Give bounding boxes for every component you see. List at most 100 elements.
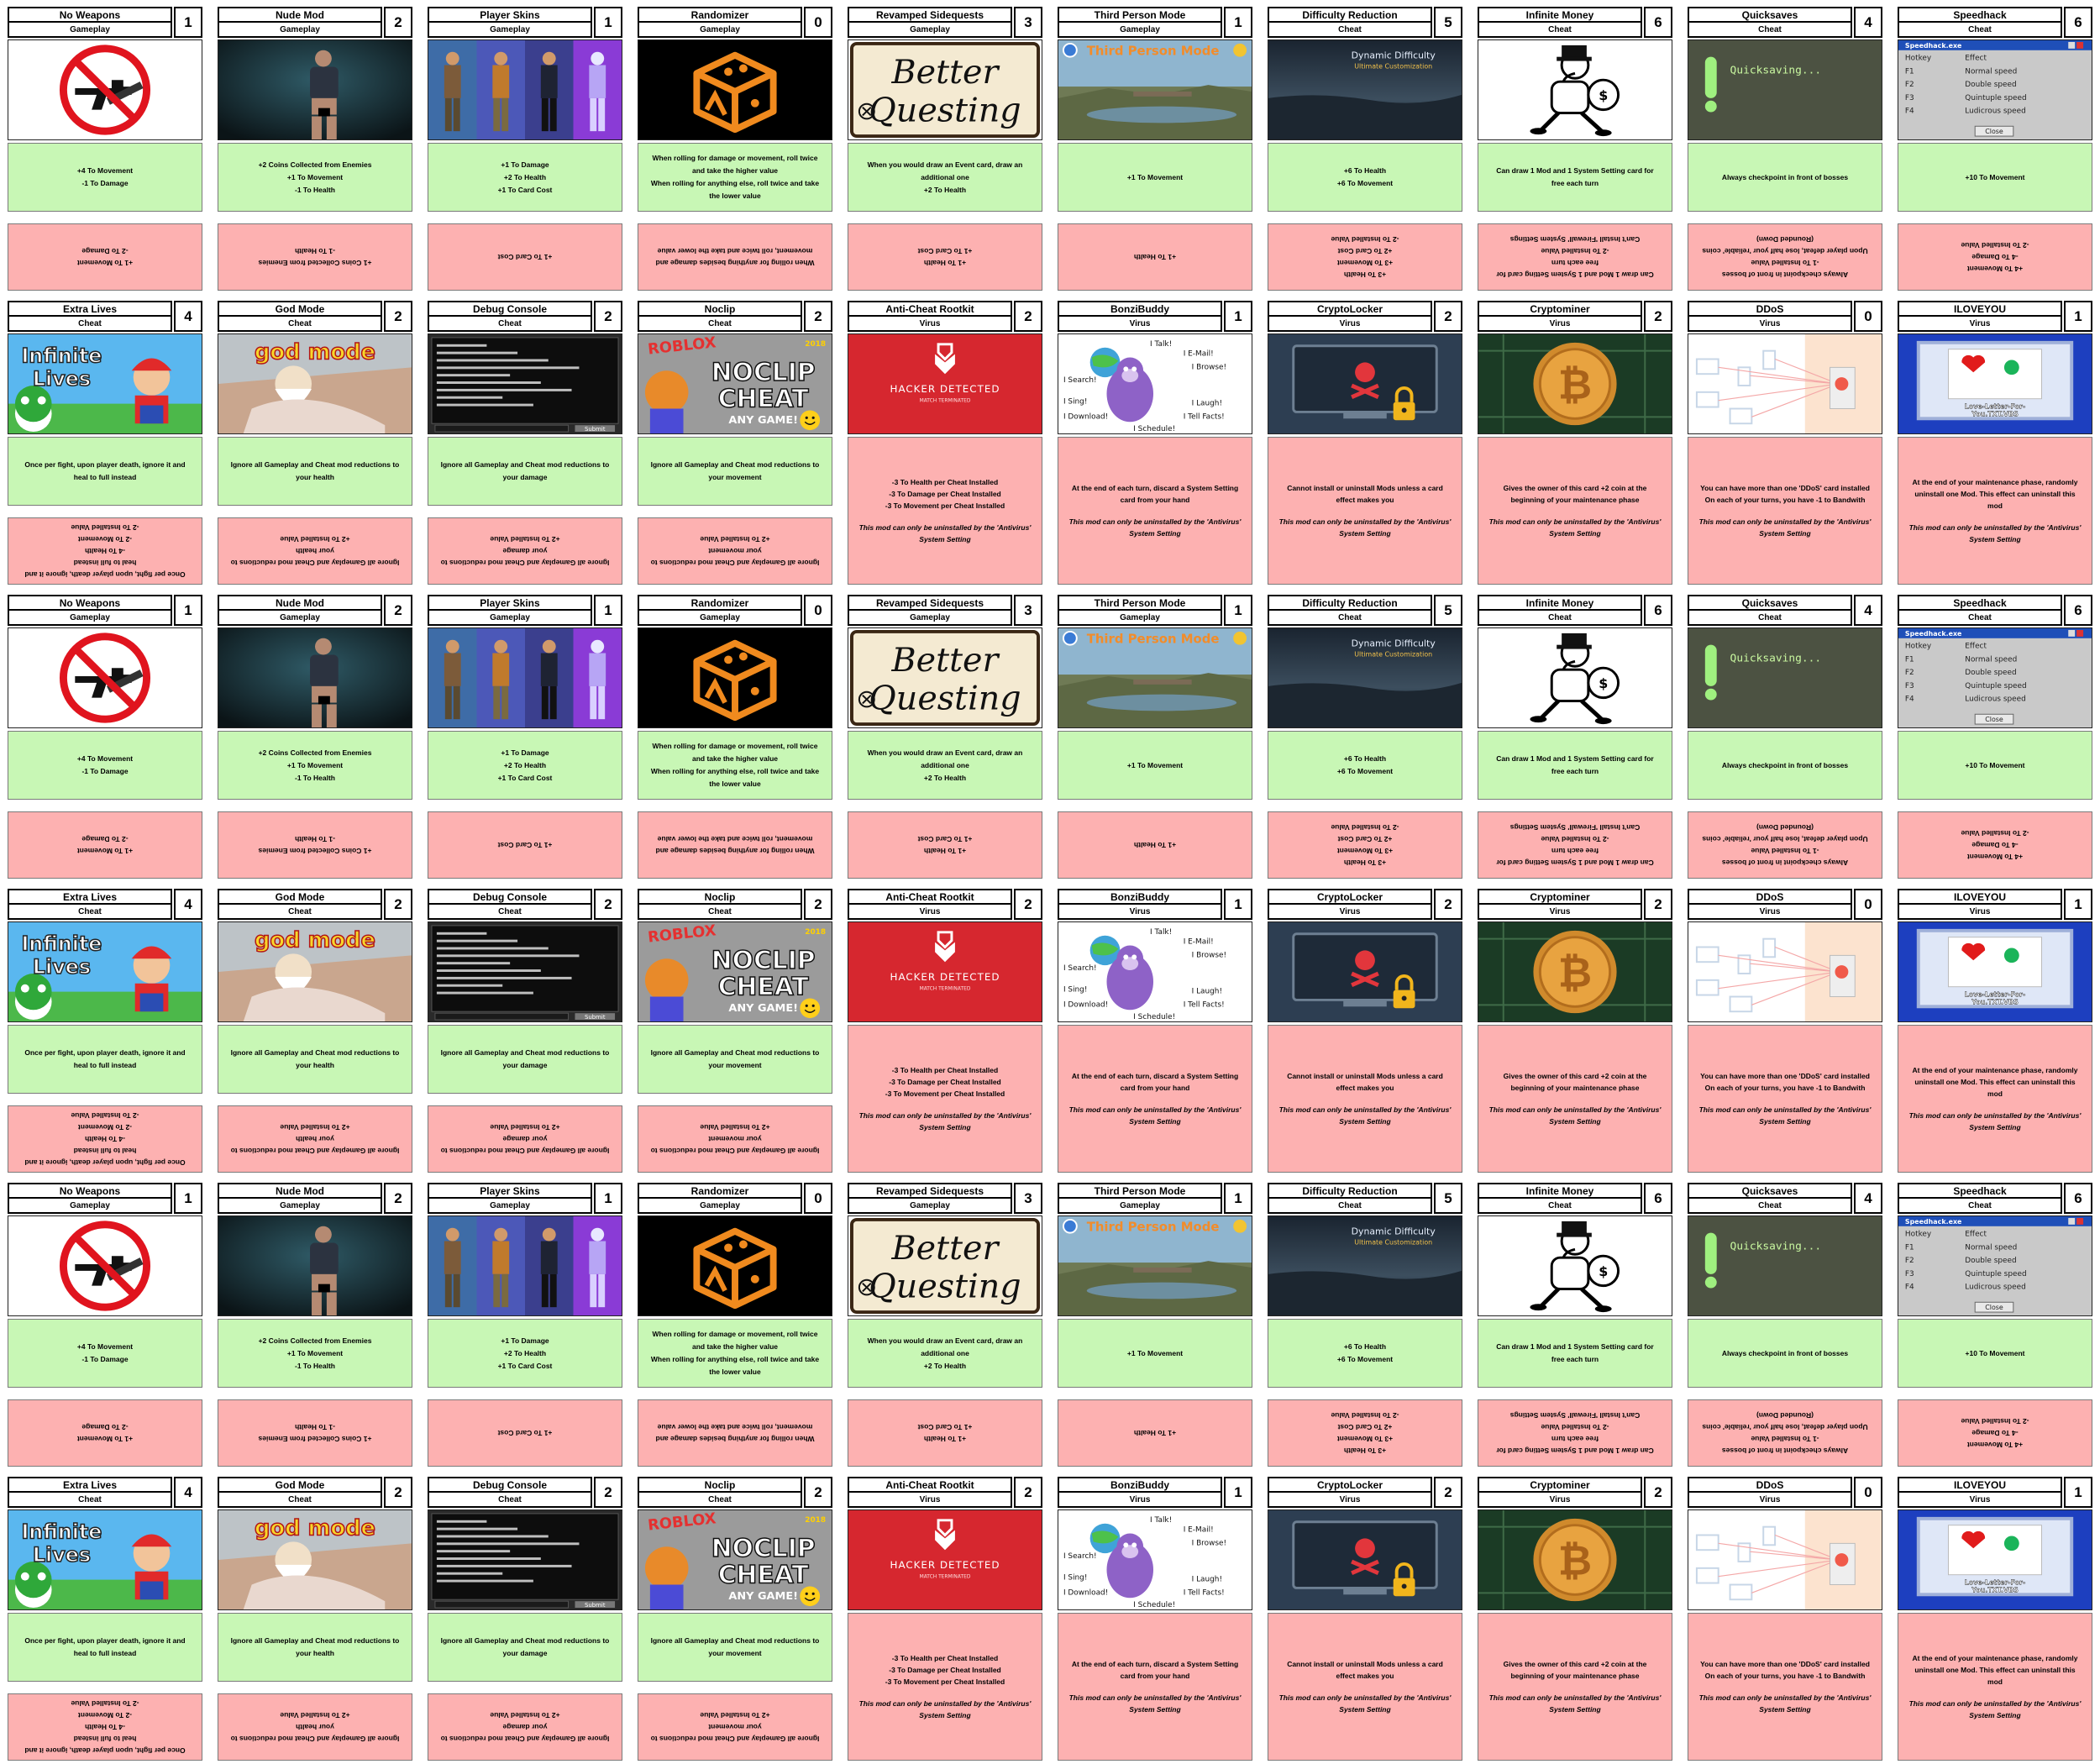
- card-quicksaves[interactable]: Quicksaves Cheat 4 Quicksaving... Always ch…: [1688, 595, 1882, 879]
- card-bonzibuddy[interactable]: BonziBuddy Virus 1 I Talk! I E-Mail! I Bro…: [1058, 301, 1252, 585]
- effect-line: uninstall one Mod. This effect can unins…: [1914, 1078, 2076, 1086]
- effect-line: your movement: [708, 547, 762, 555]
- upside-down-effect-panel: Once per fight, upon player death, ignor…: [8, 1693, 202, 1761]
- card-iloveyou[interactable]: ILOVEYOU Virus 1 Love-Letter-For- You.TXT.…: [1898, 1477, 2092, 1761]
- card-god-mode[interactable]: God Mode Cheat 2 god mode Ignore all Gamepl…: [218, 1477, 412, 1761]
- card-nude-mod[interactable]: Nude Mod Gameplay 2 +2 Coins Collected fro…: [218, 1183, 412, 1467]
- card-debug-console[interactable]: Debug Console Cheat 2 Submit Ignore all Gam…: [428, 1477, 622, 1761]
- effect-line: movement, roll twice and take the lower …: [657, 835, 813, 843]
- card-title: Speedhack: [1898, 7, 2062, 23]
- card-noclip[interactable]: Noclip Cheat 2 2018 ROBLOX NOCLIP CHEAT AN…: [638, 1477, 832, 1761]
- card-speedhack[interactable]: Speedhack Cheat 6 Speedhack.exe Hotkey Eff…: [1898, 1183, 2092, 1467]
- svg-text:I Tell Facts!: I Tell Facts!: [1184, 1588, 1225, 1597]
- card-ddos[interactable]: DDoS Virus 0 You can have more than one 'D…: [1688, 889, 1882, 1173]
- card-art-image: Infinite Lives: [8, 921, 202, 1022]
- card-speedhack[interactable]: Speedhack Cheat 6 Speedhack.exe Hotkey Eff…: [1898, 595, 2092, 879]
- card-category: Gameplay: [428, 1199, 592, 1214]
- effect-line: +2 Coins Collected from Enemies: [258, 1336, 372, 1345]
- card-no-weapons[interactable]: No Weapons Gameplay 1 +4 To Movement -1 To …: [8, 7, 202, 291]
- card-cost: 4: [1854, 1183, 1882, 1214]
- card-art-image: [638, 1215, 832, 1316]
- card-player-skins[interactable]: Player Skins Gameplay 1 +1 To Damage +2 To …: [428, 7, 622, 291]
- card-no-weapons[interactable]: No Weapons Gameplay 1 +4 To Movement -1 To …: [8, 595, 202, 879]
- card-player-skins[interactable]: Player Skins Gameplay 1 +1 To Damage +2 To …: [428, 595, 622, 879]
- svg-text:I Laugh!: I Laugh!: [1192, 400, 1222, 408]
- card-debug-console[interactable]: Debug Console Cheat 2 Submit Ignore all Gam…: [428, 889, 622, 1173]
- card-extra-lives[interactable]: Extra Lives Cheat 4 Infinite Lives Once per…: [8, 889, 202, 1173]
- card-third-person-mode[interactable]: Third Person Mode Gameplay 1 Third Person …: [1058, 595, 1252, 879]
- card-revamped-sidequests[interactable]: Revamped Sidequests Gameplay 3 Better Ques…: [848, 1183, 1042, 1467]
- card-cryptolocker[interactable]: CryptoLocker Virus 2 Cannot install or uni…: [1268, 889, 1462, 1173]
- card-art-image: Infinite Lives: [8, 333, 202, 434]
- card-no-weapons[interactable]: No Weapons Gameplay 1 +4 To Movement -1 To …: [8, 1183, 202, 1467]
- svg-text:Third Person Mode: Third Person Mode: [1087, 45, 1220, 59]
- card-anti-cheat-rootkit[interactable]: Anti-Cheat Rootkit Virus 2 HACKER DETECTED…: [848, 1477, 1042, 1761]
- effect-line: +1 To Damage: [501, 1336, 549, 1345]
- card-cost: 2: [384, 301, 412, 332]
- card-iloveyou[interactable]: ILOVEYOU Virus 1 Love-Letter-For- You.TXT.…: [1898, 889, 2092, 1173]
- card-revamped-sidequests[interactable]: Revamped Sidequests Gameplay 3 Better Ques…: [848, 595, 1042, 879]
- card-title: Randomizer: [638, 7, 802, 23]
- card-third-person-mode[interactable]: Third Person Mode Gameplay 1 Third Person …: [1058, 1183, 1252, 1467]
- note-line: System Setting: [1129, 529, 1181, 538]
- svg-text:Better: Better: [891, 1229, 1000, 1268]
- effect-line: Ignore all Gameplay and Cheat mod reduct…: [440, 1636, 610, 1645]
- card-title: Debug Console: [428, 301, 592, 317]
- card-ddos[interactable]: DDoS Virus 0 You can have more than one 'D…: [1688, 1477, 1882, 1761]
- card-revamped-sidequests[interactable]: Revamped Sidequests Gameplay 3 Better Ques…: [848, 7, 1042, 291]
- card-god-mode[interactable]: God Mode Cheat 2 god mode Ignore all Gamepl…: [218, 889, 412, 1173]
- card-third-person-mode[interactable]: Third Person Mode Gameplay 1 Third Person …: [1058, 7, 1252, 291]
- card-iloveyou[interactable]: ILOVEYOU Virus 1 Love-Letter-For- You.TXT.…: [1898, 301, 2092, 585]
- card-infinite-money[interactable]: Infinite Money Cheat 6 $ Can draw 1 Mod an…: [1478, 1183, 1672, 1467]
- card-bonzibuddy[interactable]: BonziBuddy Virus 1 I Talk! I E-Mail! I Bro…: [1058, 889, 1252, 1173]
- effect-line: +10 To Movement: [1965, 172, 2025, 181]
- card-extra-lives[interactable]: Extra Lives Cheat 4 Infinite Lives Once per…: [8, 301, 202, 585]
- svg-text:Lives: Lives: [33, 955, 91, 979]
- card-player-skins[interactable]: Player Skins Gameplay 1 +1 To Damage +2 To …: [428, 1183, 622, 1467]
- note-line: System Setting: [1549, 529, 1601, 538]
- svg-text:Ludicrous speed: Ludicrous speed: [1965, 1284, 2025, 1292]
- card-difficulty-reduction[interactable]: Difficulty Reduction Cheat 5 Dynamic Diffi…: [1268, 1183, 1462, 1467]
- card-difficulty-reduction[interactable]: Difficulty Reduction Cheat 5 Dynamic Diffi…: [1268, 7, 1462, 291]
- card-extra-lives[interactable]: Extra Lives Cheat 4 Infinite Lives Once per…: [8, 1477, 202, 1761]
- card-difficulty-reduction[interactable]: Difficulty Reduction Cheat 5 Dynamic Diffi…: [1268, 595, 1462, 879]
- card-cryptominer[interactable]: Cryptominer Virus 2 ₿ Gives the owner of th…: [1478, 301, 1672, 585]
- card-cryptolocker[interactable]: CryptoLocker Virus 2 Cannot install or uni…: [1268, 301, 1462, 585]
- card-speedhack[interactable]: Speedhack Cheat 6 Speedhack.exe Hotkey Eff…: [1898, 7, 2092, 291]
- card-cryptolocker[interactable]: CryptoLocker Virus 2 Cannot install or uni…: [1268, 1477, 1462, 1761]
- card-cryptominer[interactable]: Cryptominer Virus 2 ₿ Gives the owner of th…: [1478, 889, 1672, 1173]
- card-anti-cheat-rootkit[interactable]: Anti-Cheat Rootkit Virus 2 HACKER DETECTED…: [848, 889, 1042, 1173]
- card-god-mode[interactable]: God Mode Cheat 2 god mode Ignore all Gamepl…: [218, 301, 412, 585]
- card-bonzibuddy[interactable]: BonziBuddy Virus 1 I Talk! I E-Mail! I Bro…: [1058, 1477, 1252, 1761]
- card-randomizer[interactable]: Randomizer Gameplay 0 When rolling for dam…: [638, 595, 832, 879]
- effect-line: You can have more than one 'DDoS' card i…: [1700, 484, 1870, 492]
- upside-down-effect-panel: Ignore all Gameplay and Cheat mod reduct…: [638, 517, 832, 585]
- card-infinite-money[interactable]: Infinite Money Cheat 6 $ Can draw 1 Mod an…: [1478, 7, 1672, 291]
- svg-text:I Search!: I Search!: [1063, 1552, 1097, 1561]
- card-infinite-money[interactable]: Infinite Money Cheat 6 $ Can draw 1 Mod an…: [1478, 595, 1672, 879]
- card-quicksaves[interactable]: Quicksaves Cheat 4 Quicksaving... Always ch…: [1688, 7, 1882, 291]
- effect-line: +1 To Movement: [1126, 172, 1184, 181]
- card-nude-mod[interactable]: Nude Mod Gameplay 2 +2 Coins Collected fro…: [218, 7, 412, 291]
- card-quicksaves[interactable]: Quicksaves Cheat 4 Quicksaving... Always ch…: [1688, 1183, 1882, 1467]
- effect-line: +1 To Movement: [1126, 760, 1184, 769]
- effect-line: -2 To Installed Value: [71, 1699, 139, 1708]
- virus-effect-panel: Gives the owner of this card +2 coin at …: [1478, 1613, 1672, 1761]
- effect-line: At the end of each turn, discard a Syste…: [1071, 1660, 1239, 1668]
- card-category: Gameplay: [8, 23, 172, 38]
- effect-line: Ignore all Gameplay and Cheat mod reduct…: [650, 1636, 820, 1645]
- card-randomizer[interactable]: Randomizer Gameplay 0 When rolling for dam…: [638, 1183, 832, 1467]
- card-anti-cheat-rootkit[interactable]: Anti-Cheat Rootkit Virus 2 HACKER DETECTED…: [848, 301, 1042, 585]
- card-randomizer[interactable]: Randomizer Gameplay 0 When rolling for dam…: [638, 7, 832, 291]
- card-nude-mod[interactable]: Nude Mod Gameplay 2 +2 Coins Collected fro…: [218, 595, 412, 879]
- note-line: System Setting: [1969, 1711, 2021, 1719]
- card-ddos[interactable]: DDoS Virus 0 You can have more than one 'D…: [1688, 301, 1882, 585]
- installed-effect-panel: +1 To Movement: [1058, 731, 1252, 800]
- card-cryptominer[interactable]: Cryptominer Virus 2 ₿ Gives the owner of th…: [1478, 1477, 1672, 1761]
- card-noclip[interactable]: Noclip Cheat 2 2018 ROBLOX NOCLIP CHEAT AN…: [638, 301, 832, 585]
- card-art-image: god mode: [218, 1509, 412, 1610]
- card-noclip[interactable]: Noclip Cheat 2 2018 ROBLOX NOCLIP CHEAT AN…: [638, 889, 832, 1173]
- svg-text:NOCLIP: NOCLIP: [711, 1534, 816, 1562]
- card-category: Cheat: [218, 1493, 382, 1508]
- card-debug-console[interactable]: Debug Console Cheat 2 Submit Ignore all Gam…: [428, 301, 622, 585]
